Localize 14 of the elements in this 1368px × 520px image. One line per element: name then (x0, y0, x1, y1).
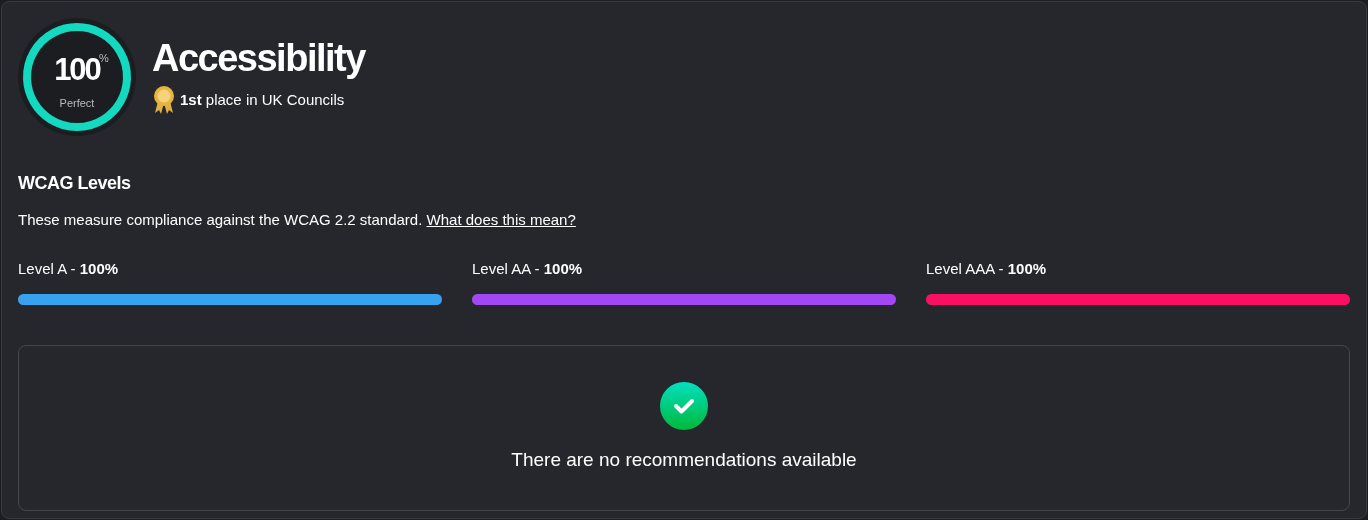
score-label: Perfect (58, 96, 96, 111)
level-label: Level AAA - 100% (926, 258, 1048, 279)
score-value: 100 (54, 54, 100, 85)
section-heading: WCAG Levels (18, 172, 132, 195)
score-unit: % (99, 51, 109, 64)
description-text: These measure compliance against the WCAG 2.2 standard. (18, 211, 423, 228)
page-title: Accessibility (152, 39, 365, 77)
help-link[interactable]: What does this mean? (426, 211, 576, 228)
level-label: Level A - 100% (18, 258, 120, 279)
level-label: Level AA - 100% (472, 258, 584, 279)
check-icon (660, 381, 708, 430)
medal-icon (152, 85, 176, 115)
ranking-text: 1st place in UK Councils (180, 89, 345, 110)
empty-message: There are no recommendations available (511, 447, 857, 472)
